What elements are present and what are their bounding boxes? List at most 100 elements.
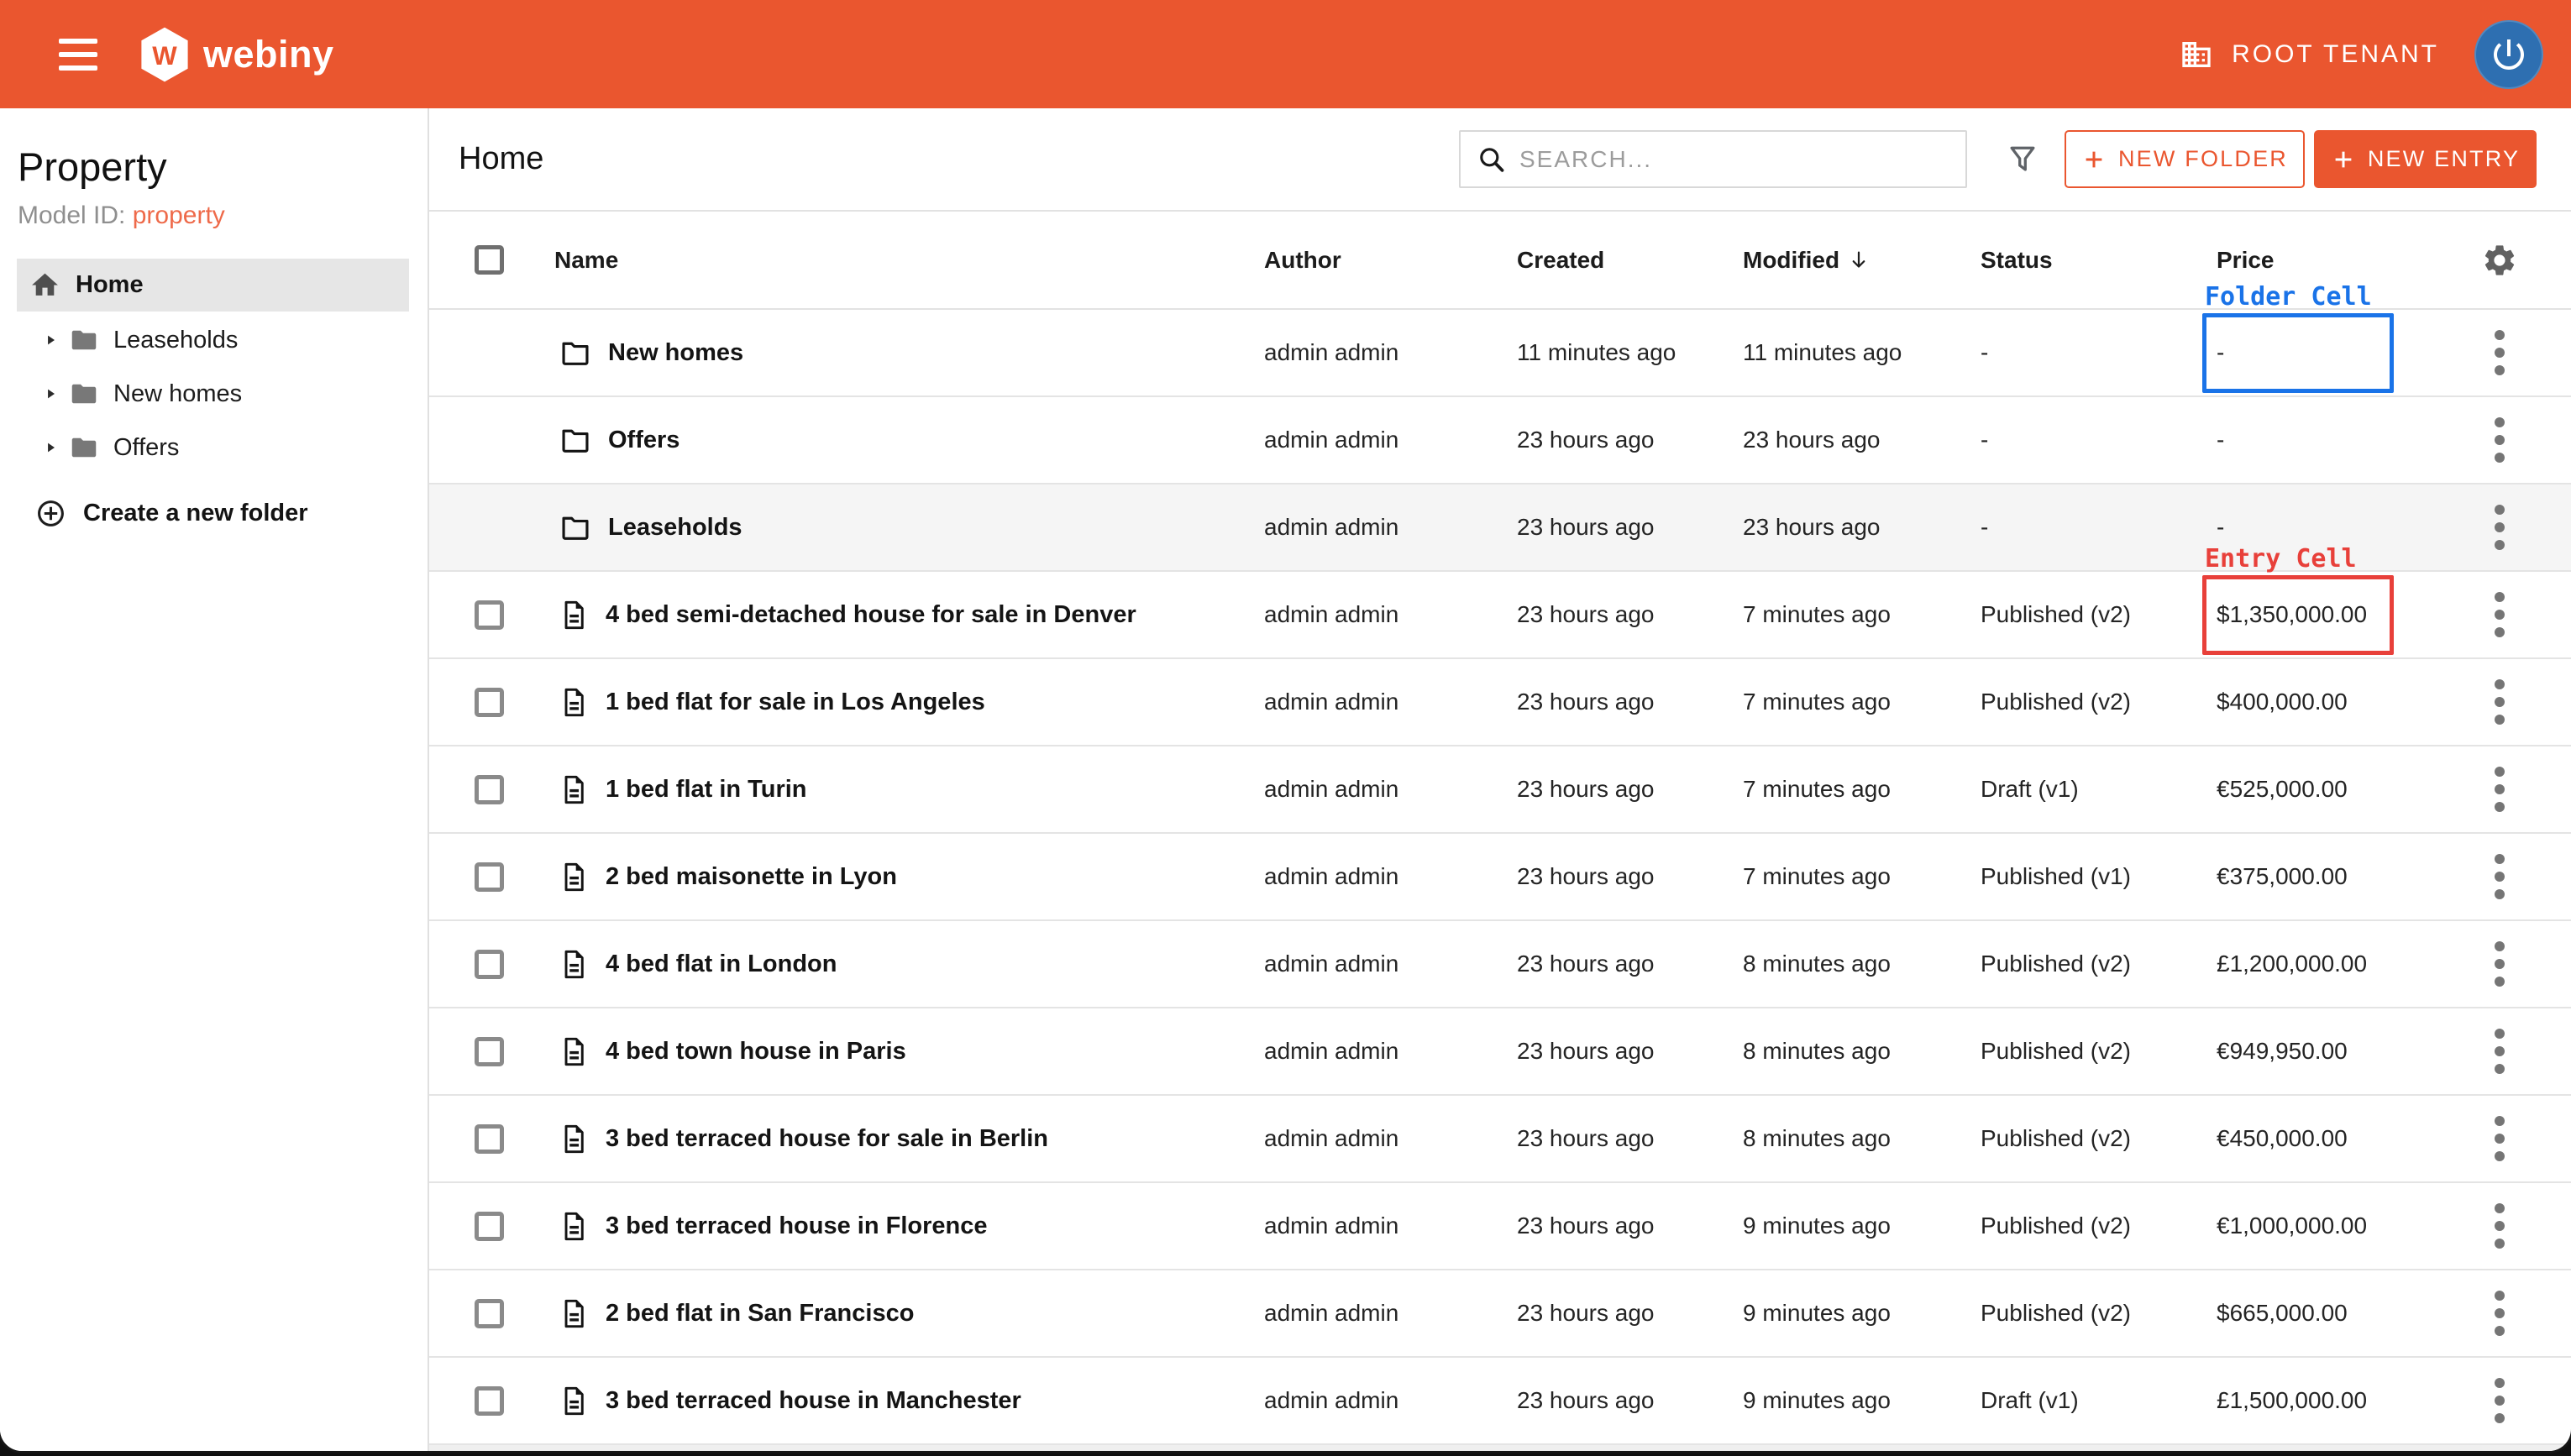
table-row-entry[interactable]: 4 bed semi-detached house for sale in De… xyxy=(429,572,2571,659)
row-price-cell: £1,200,000.00 xyxy=(2217,921,2427,1007)
kebab-menu-button[interactable] xyxy=(2490,412,2510,468)
table-row-folder[interactable]: New homesadmin admin11 minutes ago11 min… xyxy=(429,310,2571,397)
row-modified-cell-value: 9 minutes ago xyxy=(1743,1387,1891,1414)
table-row-entry[interactable]: 1 bed flat in Turinadmin admin23 hours a… xyxy=(429,746,2571,834)
table-row-entry[interactable]: 4 bed town house in Parisadmin admin23 h… xyxy=(429,1008,2571,1096)
kebab-menu-button[interactable] xyxy=(2490,587,2510,642)
row-actions-cell xyxy=(2427,1270,2571,1356)
column-header-created[interactable]: Created xyxy=(1517,212,1743,308)
user-avatar[interactable] xyxy=(2474,20,2543,89)
kebab-menu-button[interactable] xyxy=(2490,500,2510,555)
column-header-price[interactable]: Price xyxy=(2217,212,2427,308)
search-input[interactable] xyxy=(1519,146,1950,173)
hamburger-menu-icon[interactable] xyxy=(59,39,97,71)
row-checkbox[interactable] xyxy=(475,1037,504,1066)
filter-button[interactable] xyxy=(2004,141,2041,178)
row-status-cell-value: Published (v2) xyxy=(1981,951,2131,977)
row-actions-cell xyxy=(2427,484,2571,570)
table-row-entry[interactable]: 3 bed terraced house for sale in Berlina… xyxy=(429,1096,2571,1183)
table-row-entry[interactable]: 1 bed flat for sale in Los Angelesadmin … xyxy=(429,659,2571,746)
kebab-menu-button[interactable] xyxy=(2490,762,2510,817)
row-created-cell: 23 hours ago xyxy=(1517,397,1743,483)
row-checkbox[interactable] xyxy=(475,1212,504,1241)
table-row-entry[interactable]: 4 bed flat in Londonadmin admin23 hours … xyxy=(429,921,2571,1008)
column-header-author[interactable]: Author xyxy=(1264,212,1517,308)
table-settings-button[interactable] xyxy=(2481,242,2518,279)
row-name-label: Leaseholds xyxy=(608,514,742,542)
row-actions-cell xyxy=(2427,1183,2571,1269)
row-created-cell-value: 23 hours ago xyxy=(1517,1125,1654,1152)
row-author-cell: admin admin xyxy=(1264,397,1517,483)
row-name-label: 4 bed semi-detached house for sale in De… xyxy=(606,601,1136,629)
kebab-menu-button[interactable] xyxy=(2490,1198,2510,1254)
row-name-cell[interactable]: 4 bed semi-detached house for sale in De… xyxy=(554,572,1264,657)
column-header-status[interactable]: Status xyxy=(1981,212,2217,308)
row-name-cell[interactable]: 1 bed flat for sale in Los Angeles xyxy=(554,659,1264,745)
chevron-right-icon[interactable] xyxy=(42,332,59,348)
row-name-label: 3 bed terraced house in Florence xyxy=(606,1212,987,1240)
row-name-cell[interactable]: 2 bed maisonette in Lyon xyxy=(554,834,1264,919)
row-price-cell: €949,950.00 xyxy=(2217,1008,2427,1094)
kebab-menu-button[interactable] xyxy=(2490,1111,2510,1166)
kebab-menu-button[interactable] xyxy=(2490,325,2510,380)
row-status-cell-value: Draft (v1) xyxy=(1981,776,2079,803)
row-name-cell[interactable]: 1 bed flat in Turin xyxy=(554,746,1264,832)
kebab-menu-button[interactable] xyxy=(2490,674,2510,730)
table-row-entry[interactable]: 3 bed terraced house in Manchesteradmin … xyxy=(429,1358,2571,1445)
row-checkbox[interactable] xyxy=(475,862,504,892)
row-name-cell[interactable]: 3 bed terraced house for sale in Berlin xyxy=(554,1096,1264,1181)
row-price-cell: -Folder Cell xyxy=(2217,310,2427,395)
row-created-cell-value: 23 hours ago xyxy=(1517,1387,1654,1414)
row-name-cell[interactable]: 4 bed flat in London xyxy=(554,921,1264,1007)
create-folder-button[interactable]: Create a new folder xyxy=(0,486,308,540)
row-name-cell[interactable]: 4 bed town house in Paris xyxy=(554,1008,1264,1094)
webiny-logo[interactable]: W webiny xyxy=(139,26,334,83)
kebab-menu-button[interactable] xyxy=(2490,1286,2510,1341)
kebab-menu-button[interactable] xyxy=(2490,1024,2510,1079)
table-row-entry[interactable]: 2 bed flat in San Franciscoadmin admin23… xyxy=(429,1270,2571,1358)
row-author-cell: admin admin xyxy=(1264,484,1517,570)
row-name-cell[interactable]: 3 bed terraced house in Florence xyxy=(554,1183,1264,1269)
sidebar-folder-item[interactable]: New homes xyxy=(0,367,428,421)
row-name-cell[interactable]: 2 bed flat in San Francisco xyxy=(554,1270,1264,1356)
row-checkbox[interactable] xyxy=(475,950,504,979)
svg-text:W: W xyxy=(152,41,177,71)
top-app-bar: W webiny ROOT TENANT xyxy=(0,0,2571,108)
sidebar-item-home[interactable]: Home xyxy=(17,259,409,312)
chevron-right-icon[interactable] xyxy=(42,439,59,456)
kebab-menu-button[interactable] xyxy=(2490,849,2510,904)
kebab-menu-button[interactable] xyxy=(2490,1373,2510,1428)
kebab-menu-button[interactable] xyxy=(2490,936,2510,992)
page-title: Home xyxy=(459,141,543,177)
row-checkbox[interactable] xyxy=(475,1386,504,1416)
column-header-name[interactable]: Name xyxy=(554,212,1264,308)
sidebar-folder-item[interactable]: Offers xyxy=(0,421,428,474)
column-header-modified[interactable]: Modified xyxy=(1743,212,1981,308)
table-row-entry[interactable]: 3 bed terraced house in Florenceadmin ad… xyxy=(429,1183,2571,1270)
row-checkbox[interactable] xyxy=(475,600,504,630)
row-checkbox[interactable] xyxy=(475,775,504,804)
tenant-selector[interactable]: ROOT TENANT xyxy=(2180,38,2439,71)
table-row-folder[interactable]: Offersadmin admin23 hours ago23 hours ag… xyxy=(429,397,2571,484)
row-name-cell[interactable]: Offers xyxy=(554,397,1264,483)
new-folder-button[interactable]: NEW FOLDER xyxy=(2065,130,2305,188)
row-checkbox[interactable] xyxy=(475,688,504,717)
row-name-cell[interactable]: New homes xyxy=(554,310,1264,395)
row-price-cell: €450,000.00 xyxy=(2217,1096,2427,1181)
row-name-cell[interactable]: Leaseholds xyxy=(554,484,1264,570)
row-select-cell xyxy=(429,572,554,657)
folder-icon xyxy=(559,424,591,456)
table-row-entry[interactable]: 2 bed maisonette in Lyonadmin admin23 ho… xyxy=(429,834,2571,921)
table-row-folder[interactable]: Leaseholdsadmin admin23 hours ago23 hour… xyxy=(429,484,2571,572)
folder_cell-annotation-box xyxy=(2202,313,2394,393)
select-all-checkbox[interactable] xyxy=(475,245,504,275)
model-title: Property xyxy=(18,144,428,190)
sort-desc-arrow-icon xyxy=(1846,248,1871,273)
chevron-right-icon[interactable] xyxy=(42,385,59,402)
row-checkbox[interactable] xyxy=(475,1299,504,1328)
row-checkbox[interactable] xyxy=(475,1124,504,1154)
sidebar-folder-item[interactable]: Leaseholds xyxy=(0,313,428,367)
new-entry-button[interactable]: NEW ENTRY xyxy=(2314,130,2537,188)
row-name-label: 2 bed flat in San Francisco xyxy=(606,1300,914,1328)
row-name-cell[interactable]: 3 bed terraced house in Manchester xyxy=(554,1358,1264,1443)
